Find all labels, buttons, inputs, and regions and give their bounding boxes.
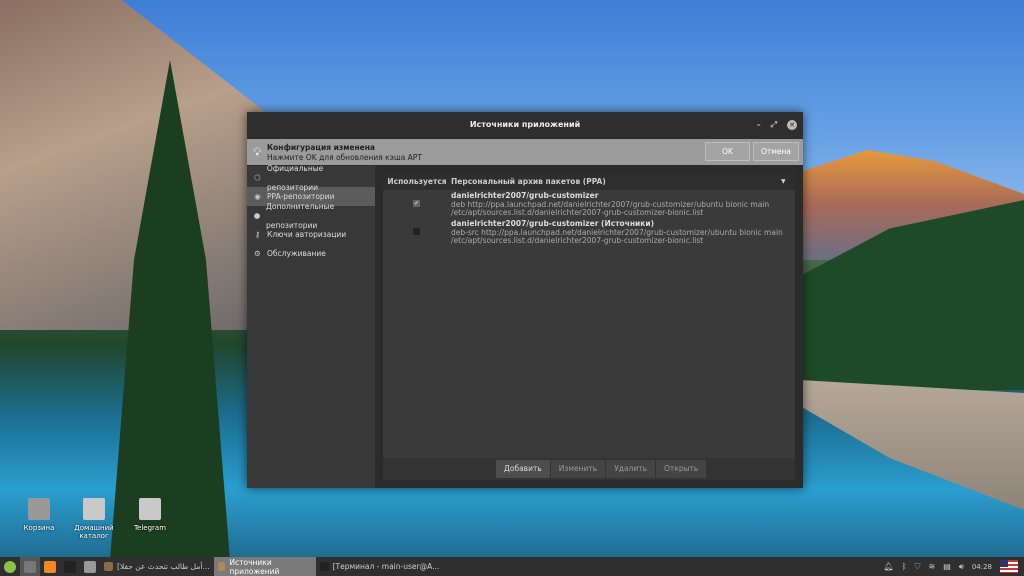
globe-icon: ● (253, 211, 261, 220)
terminal-icon (64, 560, 76, 573)
ok-button[interactable]: OK (705, 142, 750, 161)
package-icon: ⬡ (254, 173, 261, 182)
folder-icon (139, 498, 161, 520)
clipboard-icon[interactable]: ▤ (943, 562, 951, 571)
folder-icon (84, 560, 96, 573)
wifi-icon[interactable]: ≋ (929, 562, 936, 571)
table-header: Используется Персональный архив пакетов … (383, 172, 795, 190)
menu-button[interactable] (0, 557, 20, 576)
taskbar-item-software-sources[interactable]: Источники приложений (213, 557, 316, 576)
lightbulb-icon: 💡︎ (253, 145, 262, 159)
taskbar-item-video[interactable]: [أمل طالب تتحدث عن حفلا... (100, 557, 214, 576)
desktop-icon (24, 560, 36, 573)
maintenance-icon: ⚙ (254, 249, 261, 258)
software-sources-window: Источники приложений – ⤢ ✕ 💡︎ Конфигурац… (247, 112, 803, 488)
add-button[interactable]: Добавить (496, 460, 550, 478)
ppa-list: ✔ danielrichter2007/grub-customizer deb h… (383, 190, 795, 458)
edit-button[interactable]: Изменить (550, 460, 606, 478)
column-ppa[interactable]: Персональный архив пакетов (PPA) (451, 177, 781, 186)
sidebar: ⬡ Официальные репозитории ◉ PPA-репозитори… (247, 164, 375, 488)
table-row[interactable]: ✔ danielrichter2007/grub-customizer deb h… (383, 190, 795, 218)
system-tray: 🔔︎ ᛒ ⛉ ≋ ▤ 🔊︎ 04:28 (884, 557, 1018, 576)
enabled-checkbox[interactable]: ✔ (413, 200, 420, 207)
sidebar-item-additional[interactable]: ● Дополнительные репозитории (247, 202, 375, 230)
open-button[interactable]: Открыть (656, 460, 707, 478)
mint-logo-icon (4, 560, 16, 573)
table-row[interactable]: danielrichter2007/grub-customizer (Источ… (383, 218, 795, 246)
maximize-button[interactable]: ⤢ (771, 112, 777, 138)
trash-icon (28, 498, 50, 520)
terminal-launcher[interactable] (60, 557, 80, 576)
window-title: Источники приложений (469, 120, 581, 129)
files-launcher[interactable] (80, 557, 100, 576)
minimize-button[interactable]: – (757, 112, 761, 138)
firefox-launcher[interactable] (40, 557, 60, 576)
bluetooth-icon[interactable]: ᛒ (902, 562, 907, 571)
taskbar-item-terminal[interactable]: [Терминал - main-user@A... (316, 557, 444, 576)
shield-icon[interactable]: ⛉ (915, 562, 921, 572)
us-flag-icon[interactable] (1000, 560, 1018, 573)
sidebar-item-maintenance[interactable]: ⚙ Обслуживание (247, 244, 375, 263)
close-button[interactable]: ✕ (787, 120, 797, 130)
app-icon (104, 562, 113, 571)
titlebar: Источники приложений – ⤢ ✕ (247, 112, 803, 138)
key-icon: ⚷ (254, 230, 261, 239)
terminal-icon (319, 562, 329, 571)
show-desktop-button[interactable] (20, 557, 40, 576)
desktop-icon-trash[interactable]: Корзина (9, 498, 69, 532)
clock[interactable]: 04:28 (972, 563, 992, 571)
wallpaper-shore (800, 380, 1024, 510)
ppa-panel: Используется Персональный архив пакетов … (383, 172, 795, 480)
info-title: Конфигурация изменена (267, 143, 375, 152)
remove-button[interactable]: Удалить (606, 460, 656, 478)
browser-icon (44, 560, 56, 573)
sidebar-item-official[interactable]: ⬡ Официальные репозитории (247, 164, 375, 192)
column-used[interactable]: Используется (383, 177, 451, 186)
ppa-icon: ◉ (254, 192, 261, 201)
taskbar: [أمل طالب تتحدث عن حفلا... Источники при… (0, 557, 1024, 576)
enabled-checkbox[interactable] (413, 228, 420, 235)
chevron-down-icon[interactable]: ▼ (781, 178, 795, 185)
desktop-icon-home[interactable]: Домашний каталог (64, 498, 124, 540)
desktop-icon-telegram[interactable]: Telegram (120, 498, 180, 532)
notifications-icon[interactable]: 🔔︎ (884, 562, 894, 571)
folder-icon (83, 498, 105, 520)
volume-icon[interactable]: 🔊︎ (959, 562, 964, 572)
app-icon (217, 562, 226, 571)
action-buttons: Добавить Изменить Удалить Открыть (496, 460, 707, 478)
cancel-button[interactable]: Отмена (753, 142, 799, 161)
